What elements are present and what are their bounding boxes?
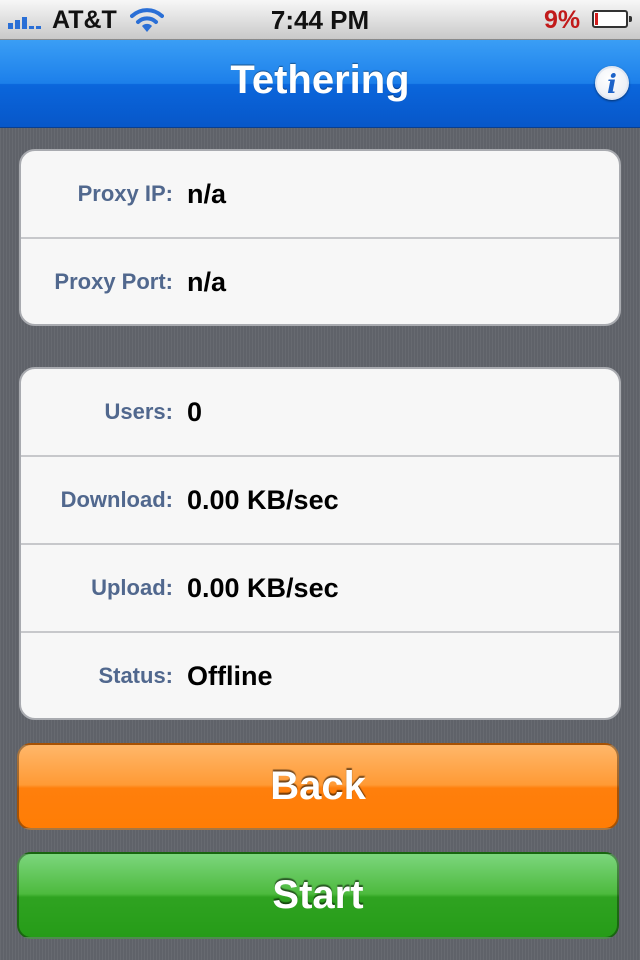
users-value: 0 [187,396,203,427]
status-value: Offline [187,660,273,691]
battery-percent: 9% [544,6,581,34]
upload-row: Upload: 0.00 KB/sec [21,543,619,631]
start-button[interactable]: Start [17,852,619,939]
stats-group: Users: 0 Download: 0.00 KB/sec Upload: 0… [19,367,621,720]
status-bar: AT&T 7:44 PM 9% [0,0,640,40]
proxy-ip-label: Proxy IP: [77,181,173,206]
page-title: Tethering [230,58,410,102]
proxy-ip-value: n/a [187,178,227,209]
upload-value: 0.00 KB/sec [187,572,339,603]
battery-icon [592,10,632,28]
download-row: Download: 0.00 KB/sec [21,455,619,543]
proxy-ip-row: Proxy IP: n/a [21,151,619,237]
download-value: 0.00 KB/sec [187,484,339,515]
navigation-bar: Tethering [0,40,640,128]
download-label: Download: [60,487,173,512]
users-row: Users: 0 [21,369,619,455]
status-row: Status: Offline [21,631,619,718]
status-label: Status: [98,663,173,688]
proxy-port-value: n/a [187,266,227,297]
proxy-info-group: Proxy IP: n/a Proxy Port: n/a [19,149,621,326]
upload-label: Upload: [91,575,173,600]
back-button[interactable]: Back [17,743,619,830]
users-label: Users: [104,399,173,424]
proxy-port-label: Proxy Port: [54,269,173,294]
proxy-port-row: Proxy Port: n/a [21,237,619,324]
info-icon[interactable]: i [595,66,629,100]
